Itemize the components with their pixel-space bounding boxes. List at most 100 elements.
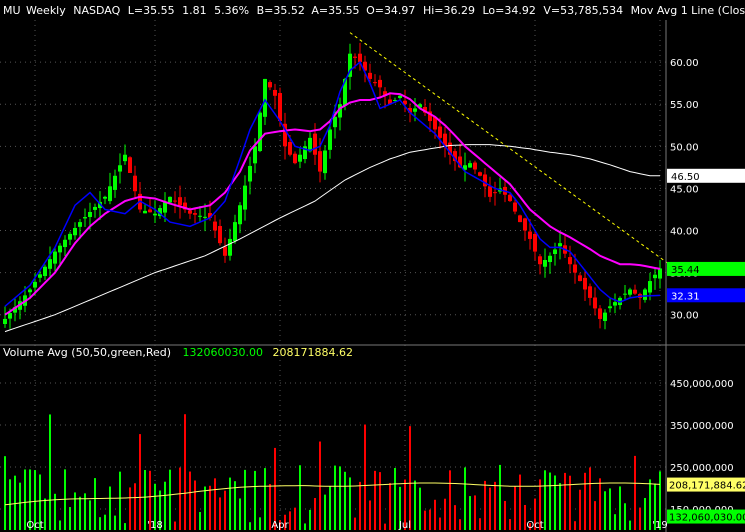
volume-bar [234, 481, 236, 530]
volume-bar [574, 521, 576, 530]
volume-bar [559, 483, 561, 530]
candle-body [63, 239, 67, 248]
volume-bar [144, 470, 146, 530]
volume-bar [374, 470, 376, 530]
candle-body [178, 197, 182, 206]
candle-body [83, 217, 87, 219]
candle-body [513, 202, 517, 212]
volume-bar [79, 496, 81, 530]
volume-bar [489, 487, 491, 530]
candle-body [543, 260, 547, 267]
ask: A=35.55 [311, 4, 359, 17]
volume-bar [544, 470, 546, 530]
volume-bar [614, 514, 616, 530]
volume-bar [294, 507, 296, 530]
volume-bar [314, 498, 316, 530]
volume-bar [449, 470, 451, 530]
volume-bar [4, 456, 6, 530]
volume-bar [289, 511, 291, 530]
date-tick-label: Oct [26, 520, 43, 531]
candle-body [368, 72, 372, 79]
symbol: MU [3, 4, 21, 17]
candle-body [203, 216, 207, 218]
candle-body [53, 251, 57, 264]
price-tick-label: 40.00 [670, 227, 699, 238]
volume-bar [509, 519, 511, 530]
candle-body [8, 313, 12, 319]
candle-body [38, 274, 42, 278]
volume-bar [274, 447, 276, 530]
volume-bar [179, 467, 181, 530]
volume-bar [424, 510, 426, 530]
candle-body [438, 126, 442, 138]
candle-body [43, 266, 47, 277]
price-tick-label: 45.00 [670, 184, 699, 195]
volume-bar [519, 474, 521, 530]
candle-body [213, 221, 217, 231]
volume-bar [209, 485, 211, 530]
candle-body [603, 312, 607, 321]
volume-bar [184, 414, 186, 530]
candle-body [648, 281, 652, 293]
candle-body [168, 196, 172, 203]
candle-body [133, 175, 137, 192]
candle-body [68, 233, 72, 240]
volume-bar [469, 496, 471, 530]
volume-bar [109, 486, 111, 530]
volume-value-label: 208,171,884.62 [669, 481, 745, 492]
candle-body [198, 215, 202, 217]
volume-bar [329, 486, 331, 530]
date-tick-label: Jul [398, 520, 411, 531]
candle-body [658, 268, 662, 279]
volume-bar [564, 472, 566, 530]
candle-body [73, 228, 77, 236]
volume-bar [434, 499, 436, 530]
candle-body [228, 238, 232, 256]
candle-body [588, 286, 592, 298]
volume-bar [229, 477, 231, 530]
low: Lo=34.92 [482, 4, 535, 17]
volume-bar [49, 414, 51, 530]
price-value-label: 35.44 [671, 265, 700, 276]
volume-bar [99, 517, 101, 530]
date-tick-label: '19 [652, 520, 667, 531]
last-price: L=35.55 [128, 4, 175, 17]
candle-body [173, 200, 177, 202]
volume-bar [119, 471, 121, 530]
volume-bar [14, 475, 16, 530]
candle-body [293, 153, 297, 164]
price-tick-label: 55.00 [670, 100, 699, 111]
volume-bar [224, 490, 226, 530]
candle-body [48, 259, 52, 269]
volume-bar [239, 498, 241, 530]
volume-bar [379, 472, 381, 530]
volume-bar [44, 498, 46, 530]
volume-bar [129, 487, 131, 530]
candle-body [148, 209, 152, 213]
volume-bar [349, 477, 351, 530]
volume-bar [339, 466, 341, 530]
price-tick-label: 30.00 [670, 311, 699, 322]
candle-body [288, 142, 292, 155]
candle-body [243, 185, 247, 210]
volume-bar [219, 497, 221, 530]
candle-body [528, 231, 532, 239]
candle-body [568, 257, 572, 265]
volume-bar [504, 500, 506, 530]
volume-bar [514, 486, 516, 530]
candle-body [478, 172, 482, 176]
volume-bar [214, 478, 216, 530]
price-tick-label: 60.00 [670, 58, 699, 69]
candle-body [378, 79, 382, 88]
candle-body [238, 205, 242, 225]
volume-bar [264, 468, 266, 530]
volume-bar [324, 494, 326, 530]
high: Hi=36.29 [423, 4, 475, 17]
open: O=34.97 [366, 4, 415, 17]
volume-bar [594, 501, 596, 530]
volume-bar [104, 514, 106, 530]
candle-body [93, 206, 97, 210]
candle-body [33, 281, 37, 288]
volume-bar [114, 515, 116, 530]
volume-bar [259, 517, 261, 530]
